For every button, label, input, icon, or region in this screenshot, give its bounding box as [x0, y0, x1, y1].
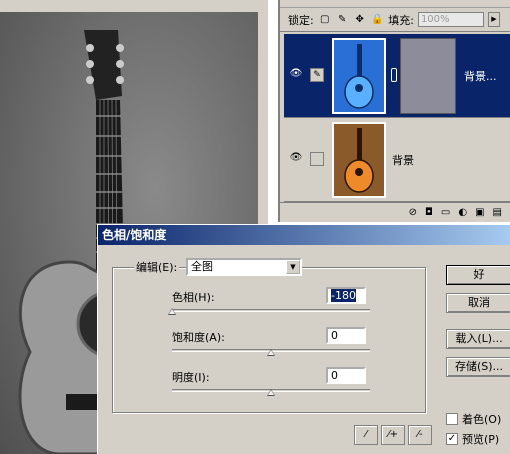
saturation-label: 饱和度(A):	[172, 331, 225, 344]
edit-select[interactable]: 全图 ▼	[186, 258, 302, 276]
lightness-slider-thumb[interactable]	[267, 389, 275, 396]
add-mask-icon[interactable]: ◘	[425, 207, 433, 218]
eye-icon[interactable]: 👁	[288, 68, 304, 80]
lightness-label: 明度(I):	[172, 371, 210, 384]
chain-icon[interactable]	[391, 68, 397, 82]
layer-name: 背景	[392, 154, 414, 167]
layer-mask-thumbnail[interactable]	[400, 38, 456, 114]
lock-brush-icon[interactable]: ✎	[335, 13, 349, 27]
layer-thumbnail	[332, 38, 386, 114]
lock-icons: ▢ ✎ ✥ 🔒	[318, 12, 385, 27]
lock-move-icon[interactable]: ✥	[353, 13, 367, 27]
preview-checkbox[interactable]: ✓	[446, 433, 458, 445]
delete-layer-icon[interactable]: ▤	[493, 207, 502, 218]
saturation-input[interactable]: 0	[326, 327, 366, 344]
ok-button[interactable]: 好	[446, 265, 510, 285]
brush-link-icon[interactable]	[310, 152, 324, 166]
layer-style-icon[interactable]: ⊘	[409, 207, 417, 218]
layer-name: 背景...	[464, 70, 497, 83]
fill-arrow-icon[interactable]: ▶	[487, 12, 500, 27]
new-layer-icon[interactable]: ▣	[475, 207, 484, 218]
blend-mode-row	[280, 0, 510, 8]
colorize-label: 着色(O)	[462, 413, 502, 426]
edit-select-value: 全图	[191, 260, 213, 273]
lock-transparency-icon[interactable]: ▢	[318, 13, 332, 27]
layer-thumbnail	[332, 122, 386, 198]
lock-row: 锁定: ▢ ✎ ✥ 🔒 填充: 100% ▶	[280, 8, 510, 32]
save-button[interactable]: 存储(S)...	[446, 357, 510, 377]
hue-label: 色相(H):	[172, 291, 215, 304]
hue-slider-thumb[interactable]	[168, 308, 176, 315]
fill-input[interactable]: 100%	[417, 12, 484, 27]
eye-icon[interactable]: 👁	[288, 152, 304, 164]
layers-panel: 锁定: ▢ ✎ ✥ 🔒 填充: 100% ▶ 👁 ✎ 背景... 👁 背景 ⊘ …	[278, 0, 510, 222]
brush-link-icon[interactable]: ✎	[310, 68, 324, 82]
new-group-icon[interactable]: ▭	[441, 207, 450, 218]
layers-toolbar: ⊘ ◘ ▭ ◐ ▣ ▤	[280, 202, 510, 222]
lock-label: 锁定:	[288, 13, 314, 27]
hue-input[interactable]: -180	[326, 287, 366, 304]
edit-label: 编辑(E):	[134, 259, 180, 275]
eyedropper-plus-icon[interactable]: ⁄+	[381, 425, 405, 445]
hue-saturation-dialog: 色相/饱和度 编辑(E): 全图 ▼ 色相(H): -180 饱和度(A): 0…	[97, 224, 510, 454]
chevron-down-icon[interactable]: ▼	[286, 260, 300, 274]
eyedropper-minus-icon[interactable]: ⁄-	[408, 425, 432, 445]
load-button[interactable]: 载入(L)...	[446, 329, 510, 349]
preview-label: 预览(P)	[462, 433, 500, 446]
lock-all-icon[interactable]: 🔒	[370, 13, 384, 27]
colorize-checkbox[interactable]	[446, 413, 458, 425]
hue-slider-track[interactable]	[172, 309, 370, 312]
eyedropper-icon[interactable]: ⁄	[354, 425, 378, 445]
eyedropper-group: ⁄ ⁄+ ⁄-	[354, 425, 432, 445]
colorize-checkbox-row[interactable]: 着色(O)	[446, 411, 501, 427]
layer-row-adjustment[interactable]: 👁 ✎ 背景...	[284, 34, 510, 118]
saturation-slider-thumb[interactable]	[267, 349, 275, 356]
adjustment-layer-icon[interactable]: ◐	[458, 207, 467, 218]
cancel-button[interactable]: 取消	[446, 293, 510, 313]
lightness-input[interactable]: 0	[326, 367, 366, 384]
preview-checkbox-row[interactable]: ✓ 预览(P)	[446, 431, 499, 447]
dialog-title: 色相/饱和度	[98, 225, 510, 245]
layer-row-background[interactable]: 👁 背景	[284, 118, 510, 202]
fill-label: 填充:	[388, 13, 414, 27]
